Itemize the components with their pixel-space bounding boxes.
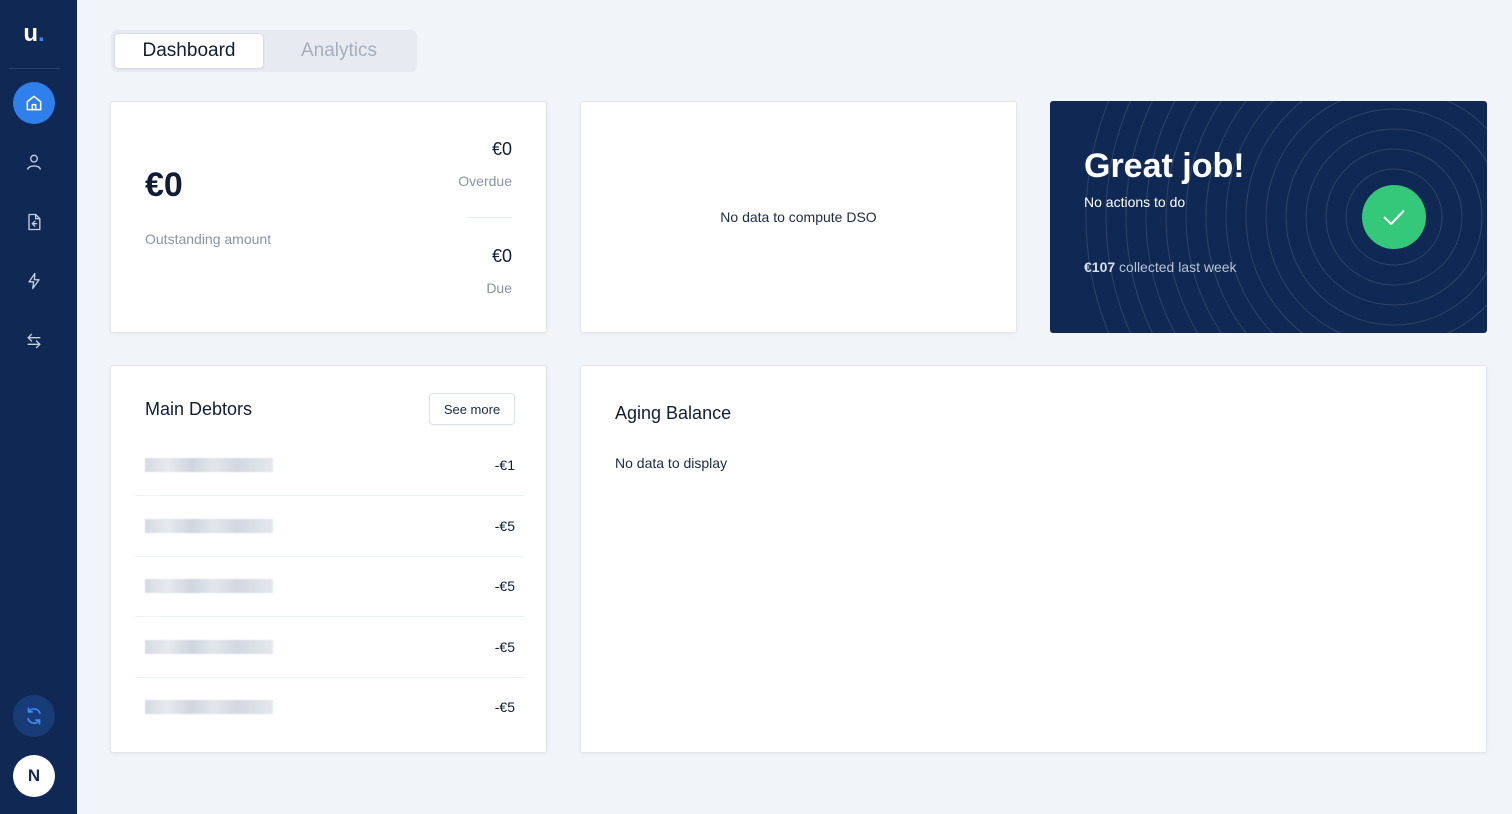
sync-icon [27,707,41,725]
dso-empty-message: No data to compute DSO [720,209,877,225]
debtor-name-redacted [145,458,273,472]
amount-divider [468,217,512,218]
great-job-card: Great job! No actions to do €107 collect… [1050,101,1487,333]
great-job-title: Great job! [1084,147,1245,185]
debtor-row[interactable]: -€5 [135,678,525,738]
sidebar: u. N [0,0,77,814]
sync-button[interactable] [13,695,55,737]
check-icon [1383,210,1405,226]
outstanding-amount-card: €0 Outstanding amount €0 Overdue €0 Due [110,101,547,333]
invoice-icon [28,213,41,231]
debtor-row[interactable]: -€5 [135,557,525,617]
overdue-amount-value: €0 [491,139,512,159]
sidebar-item-actions[interactable] [13,260,55,302]
sidebar-item-invoices[interactable] [13,201,55,243]
lightning-icon [28,272,40,290]
logo-dot: . [38,20,45,47]
transfer-icon [27,333,41,349]
debtor-name-redacted [145,700,273,714]
overdue-label: Overdue [458,173,512,189]
collected-amount: €107 [1084,259,1116,275]
sidebar-item-transactions[interactable] [13,320,55,362]
aging-balance-title: Aging Balance [615,403,732,423]
success-check-badge [1362,185,1426,249]
tab-dashboard[interactable]: Dashboard [114,33,264,69]
debtor-name-redacted [145,519,273,533]
debtor-amount: -€5 [494,639,515,655]
debtor-amount: -€5 [494,578,515,594]
tab-analytics[interactable]: Analytics [264,33,414,69]
debtor-name-redacted [145,579,273,593]
debtor-row[interactable]: -€1 [135,436,525,496]
debtor-row[interactable]: -€5 [135,497,525,557]
collected-text: collected last week [1115,259,1237,275]
aging-balance-empty-message: No data to display [615,455,728,471]
debtor-amount: -€1 [494,457,515,473]
view-tabs: Dashboard Analytics [111,30,417,72]
dso-card: No data to compute DSO [580,101,1017,333]
debtor-amount: -€5 [494,518,515,534]
user-avatar[interactable]: N [13,755,55,797]
main-debtors-title: Main Debtors [145,399,253,419]
logo[interactable]: u. [0,18,68,50]
due-label: Due [486,280,512,296]
home-icon [26,95,42,111]
sidebar-item-home[interactable] [13,82,55,124]
aging-balance-card: Aging Balance No data to display [580,365,1487,753]
see-more-button[interactable]: See more [429,393,515,425]
great-job-subtitle: No actions to do [1084,194,1186,210]
user-icon [27,154,41,170]
main-debtors-card: Main Debtors See more -€1 -€5 -€5 -€5 -€… [110,365,547,753]
collected-last-week: €107 collected last week [1084,259,1237,275]
sidebar-item-customers[interactable] [13,141,55,183]
outstanding-amount-label: Outstanding amount [145,231,272,247]
debtor-amount: -€5 [494,699,515,715]
outstanding-amount-value: €0 [145,166,183,204]
sidebar-divider [9,68,60,69]
logo-letter: u [23,20,38,47]
debtor-name-redacted [145,640,273,654]
debtor-row[interactable]: -€5 [135,618,525,678]
due-amount-value: €0 [491,246,512,266]
